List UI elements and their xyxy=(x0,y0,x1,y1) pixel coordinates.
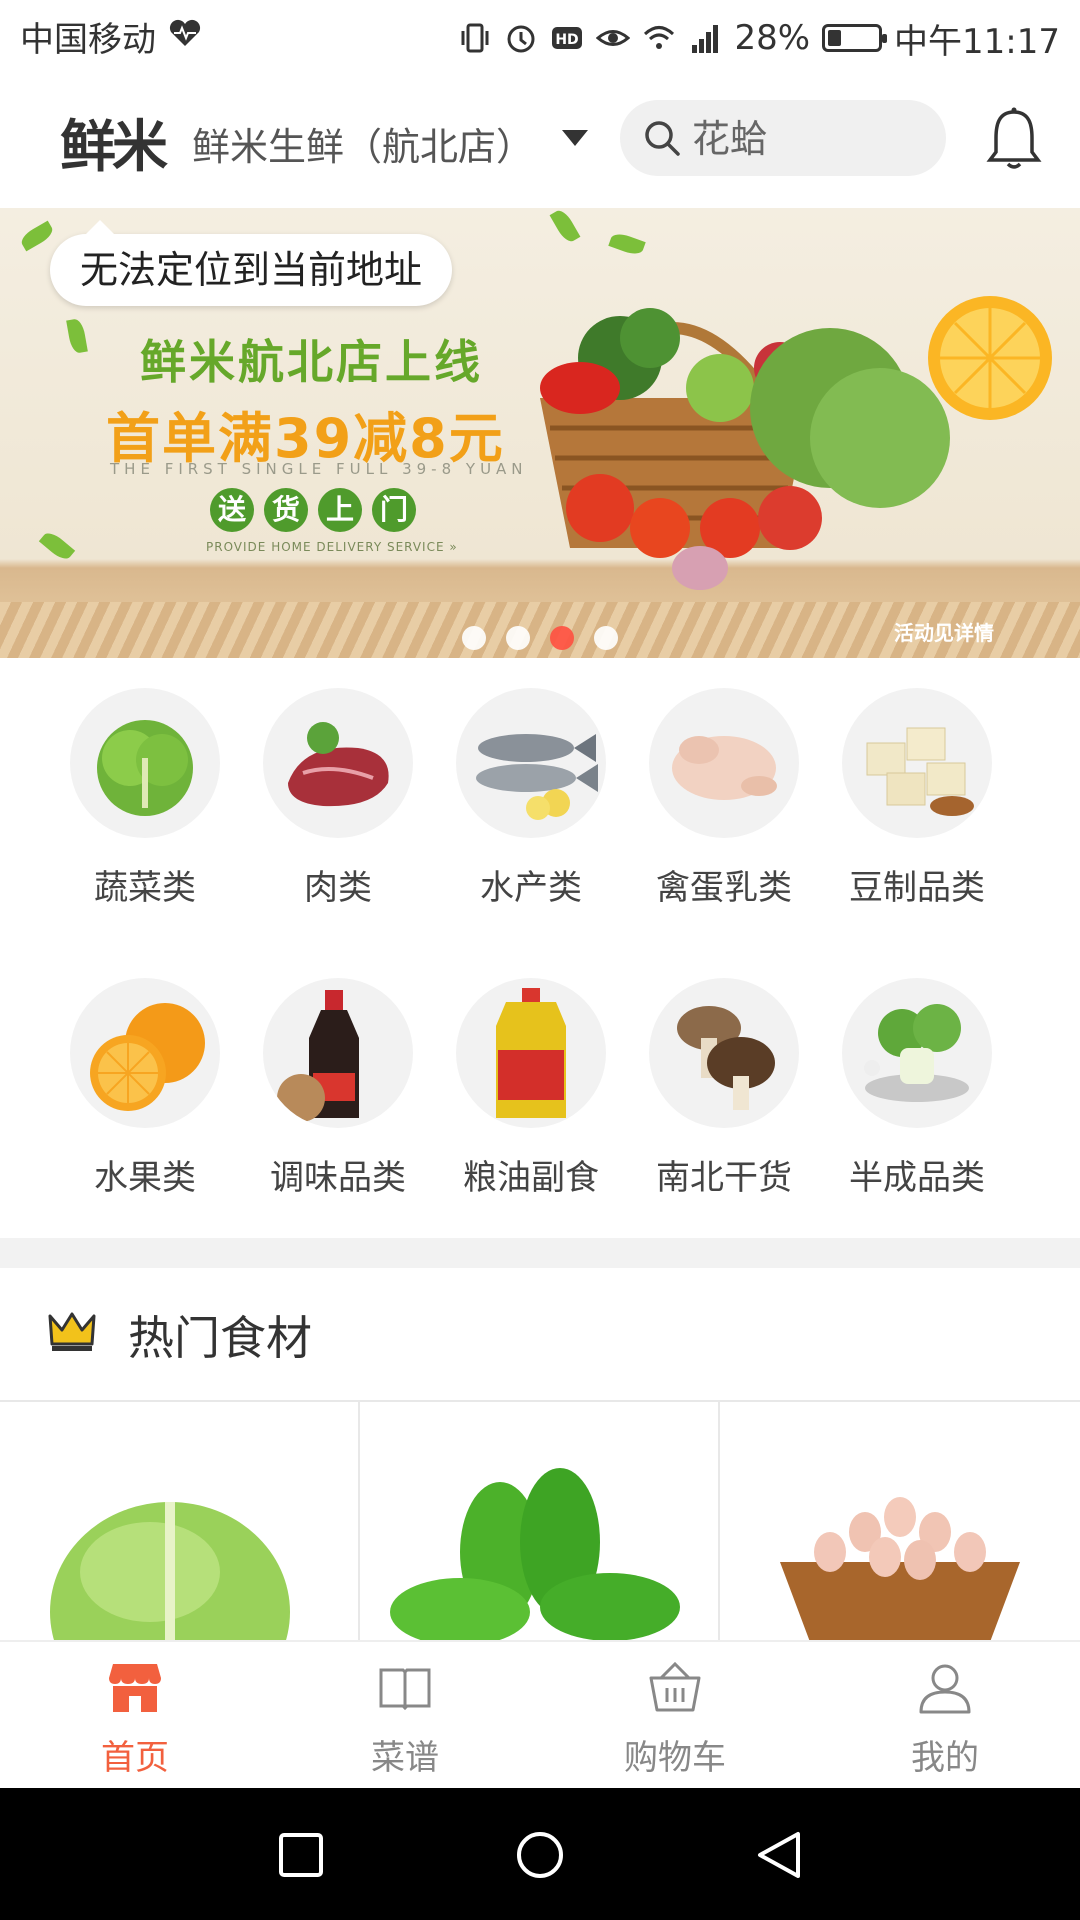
banner-delivery: 送 货 上 门 xyxy=(210,488,416,532)
vibrate-icon xyxy=(461,23,489,53)
user-icon xyxy=(919,1664,971,1714)
nav-label: 首页 xyxy=(101,1738,169,1778)
soy-sauce-icon xyxy=(263,978,413,1128)
category-label: 蔬菜类 xyxy=(94,868,196,908)
vegetable-basket-image xyxy=(540,296,1052,590)
carousel-dot-active[interactable] xyxy=(550,626,574,650)
category-grid: 蔬菜类 肉类 水产类 禽蛋乳类 豆制品类 水果类 调味品类 粮油副食 南北干货 … xyxy=(0,658,1080,1238)
nav-label: 菜谱 xyxy=(371,1738,439,1778)
banner-detail-link[interactable]: 活动见详情 xyxy=(894,617,994,646)
product-card[interactable] xyxy=(720,1402,1078,1642)
category-label: 南北干货 xyxy=(656,1158,792,1198)
status-icons: HD 28% 中午11:17 xyxy=(458,10,1060,66)
cabbage-icon xyxy=(50,1502,290,1642)
category-meat[interactable]: 肉类 xyxy=(248,688,428,909)
home-button-icon[interactable] xyxy=(515,1830,565,1880)
category-label: 粮油副食 xyxy=(463,1158,599,1198)
category-seafood[interactable]: 水产类 xyxy=(441,688,621,909)
location-tip: 无法定位到当前地址 xyxy=(50,220,453,306)
basket-icon xyxy=(649,1661,701,1712)
category-semi-finished[interactable]: 半成品类 xyxy=(827,978,1007,1199)
category-label: 半成品类 xyxy=(849,1158,985,1198)
bok-choy-icon xyxy=(842,978,992,1128)
product-card[interactable] xyxy=(0,1402,360,1642)
hot-product-list xyxy=(0,1400,1080,1642)
banner-delivery-en: PROVIDE HOME DELIVERY SERVICE » xyxy=(206,540,458,554)
back-icon[interactable] xyxy=(754,1830,804,1880)
orange-icon xyxy=(70,978,220,1128)
banner-promo-en: THE FIRST SINGLE FULL 39-8 YUAN xyxy=(110,460,528,478)
system-nav-bar xyxy=(0,1788,1080,1920)
signal-icon xyxy=(692,25,719,53)
eggs-icon xyxy=(780,1497,1020,1642)
category-dried-goods[interactable]: 南北干货 xyxy=(634,978,814,1199)
hot-section-title: 热门食材 xyxy=(128,1311,312,1365)
wifi-icon xyxy=(644,26,675,49)
category-label: 水产类 xyxy=(480,868,582,908)
nav-home[interactable]: 首页 xyxy=(35,1660,235,1779)
product-card[interactable] xyxy=(360,1402,720,1642)
category-fruit[interactable]: 水果类 xyxy=(55,978,235,1199)
category-label: 水果类 xyxy=(94,1158,196,1198)
crown-icon xyxy=(48,1312,96,1351)
banner-title: 鲜米航北店上线 xyxy=(140,335,483,389)
nav-label: 我的 xyxy=(911,1738,979,1778)
status-bar: 中国移动 HD 28% 中午11:17 xyxy=(0,0,1080,76)
search-box[interactable] xyxy=(620,100,946,176)
heart-icon xyxy=(169,19,201,46)
bell-icon[interactable] xyxy=(984,106,1044,172)
delivery-char: 上 xyxy=(318,488,362,532)
category-label: 禽蛋乳类 xyxy=(656,868,792,908)
battery-percent: 28% xyxy=(734,18,811,58)
hot-section-header: 热门食材 xyxy=(0,1268,1080,1400)
category-seasoning[interactable]: 调味品类 xyxy=(248,978,428,1199)
delivery-char: 货 xyxy=(264,488,308,532)
carousel-dot[interactable] xyxy=(594,626,618,650)
nav-recipes[interactable]: 菜谱 xyxy=(305,1660,505,1779)
bottom-nav: 首页 菜谱 购物车 我的 xyxy=(0,1640,1080,1790)
battery-level xyxy=(828,30,842,46)
search-icon xyxy=(645,121,680,156)
alarm-icon xyxy=(507,25,535,53)
category-tofu[interactable]: 豆制品类 xyxy=(827,688,1007,909)
clock: 中午11:17 xyxy=(894,21,1060,62)
section-divider xyxy=(0,1238,1080,1268)
dropdown-arrow-icon[interactable] xyxy=(562,130,588,148)
category-label: 调味品类 xyxy=(270,1158,406,1198)
fish-icon xyxy=(456,688,606,838)
app-logo: 鲜米 xyxy=(60,115,168,180)
mushroom-icon xyxy=(649,978,799,1128)
tofu-icon xyxy=(842,688,992,838)
category-vegetables[interactable]: 蔬菜类 xyxy=(55,688,235,909)
poultry-icon xyxy=(649,688,799,838)
home-icon xyxy=(109,1664,161,1712)
battery-icon xyxy=(822,24,888,52)
category-label: 肉类 xyxy=(304,868,372,908)
promo-banner[interactable]: 无法定位到当前地址 鲜米航北店上线 首单满39减8元 THE FIRST SIN… xyxy=(0,208,1080,658)
category-grain-oil[interactable]: 粮油副食 xyxy=(441,978,621,1199)
search-input[interactable] xyxy=(690,114,934,164)
store-selector[interactable]: 鲜米生鲜（航北店） xyxy=(192,116,534,171)
nav-profile[interactable]: 我的 xyxy=(845,1660,1045,1779)
oil-icon xyxy=(456,978,606,1128)
meat-icon xyxy=(263,688,413,838)
nav-label: 购物车 xyxy=(624,1738,726,1778)
vegetable-icon xyxy=(70,688,220,838)
svg-text:HD: HD xyxy=(556,32,579,48)
delivery-char: 门 xyxy=(372,488,416,532)
hd-icon: HD xyxy=(552,27,583,49)
carousel-dot[interactable] xyxy=(462,626,486,650)
book-icon xyxy=(379,1668,431,1711)
spinach-icon xyxy=(390,1468,680,1642)
app-header: 鲜米 鲜米生鲜（航北店） xyxy=(0,76,1080,208)
nav-cart[interactable]: 购物车 xyxy=(575,1660,775,1779)
category-poultry[interactable]: 禽蛋乳类 xyxy=(634,688,814,909)
eye-icon xyxy=(596,30,631,46)
carousel-dots xyxy=(462,626,618,650)
delivery-char: 送 xyxy=(210,488,254,532)
carousel-dot[interactable] xyxy=(506,626,530,650)
recent-apps-icon[interactable] xyxy=(276,1830,326,1880)
carrier-name: 中国移动 xyxy=(20,20,156,60)
category-label: 豆制品类 xyxy=(849,868,985,908)
